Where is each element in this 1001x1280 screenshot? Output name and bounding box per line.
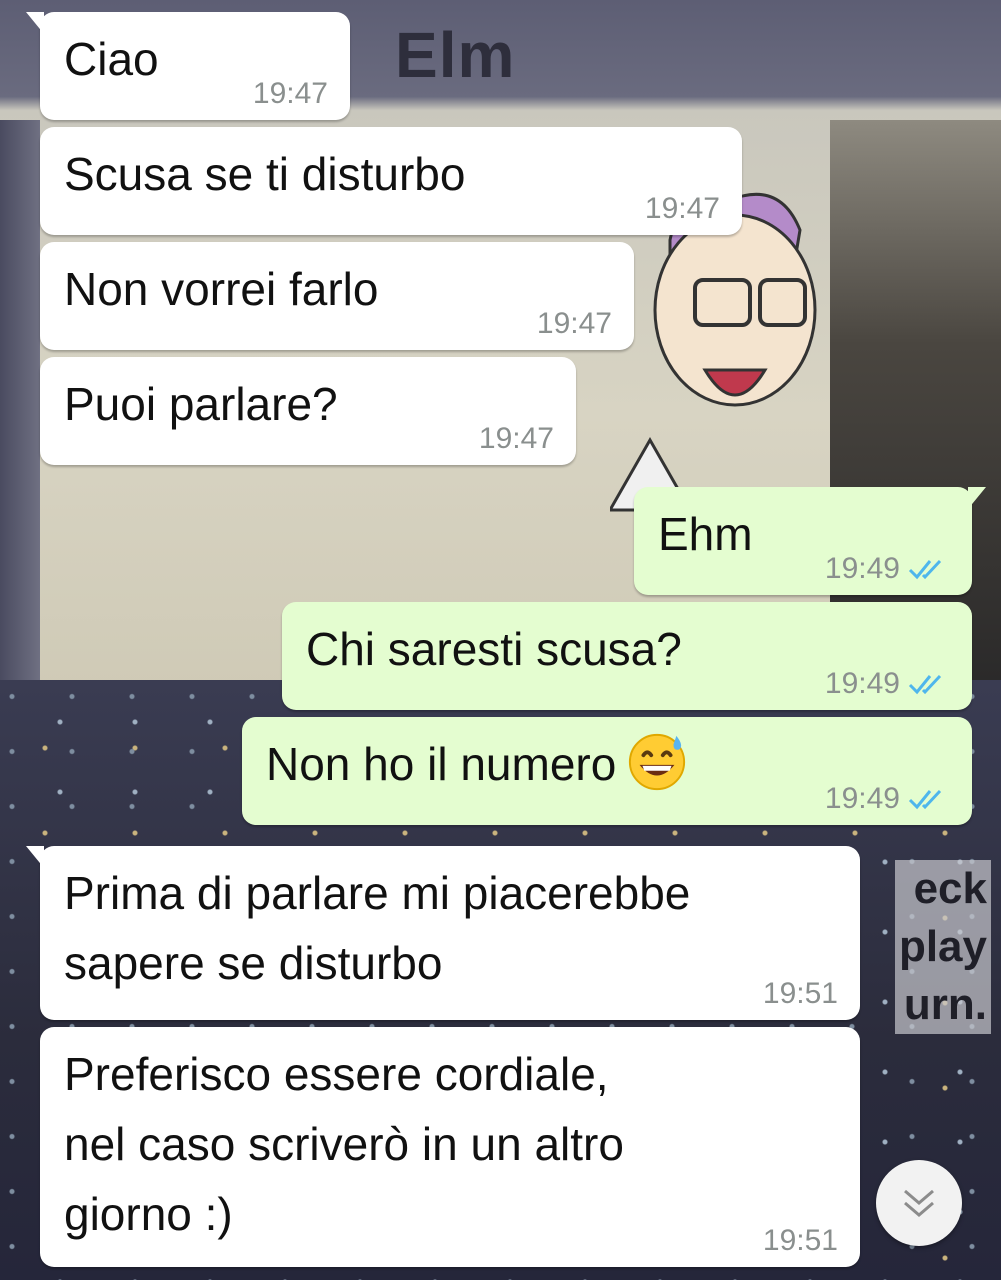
message-text: Preferisco essere cordiale, nel caso scr…: [64, 1048, 624, 1240]
read-receipt-icon: [908, 787, 950, 811]
message-time: 19:51: [762, 1224, 838, 1257]
read-receipt-icon: [908, 557, 950, 581]
message-time: 19:47: [252, 77, 328, 110]
wallpaper-title-text: Elm: [395, 19, 516, 91]
message-incoming[interactable]: Preferisco essere cordiale, nel caso scr…: [40, 1027, 860, 1267]
wallpaper-strip: [0, 120, 40, 680]
message-time: 19:47: [478, 422, 554, 455]
wallpaper-photo: [830, 120, 1001, 680]
message-time: 19:49: [824, 782, 900, 815]
message-outgoing[interactable]: Ehm 19:49: [634, 487, 986, 595]
message-incoming[interactable]: Scusa se ti disturbo 19:47: [40, 127, 742, 235]
message-time: 19:49: [824, 552, 900, 585]
scroll-to-bottom-button[interactable]: [876, 1160, 962, 1246]
message-text: Prima di parlare mi piacerebbe sapere se…: [64, 867, 691, 989]
message-time: 19:47: [536, 307, 612, 340]
grinning-sweat-emoji: [629, 733, 686, 791]
message-text: Non vorrei farlo: [64, 263, 379, 315]
message-outgoing[interactable]: Chi saresti scusa? 19:49: [282, 602, 972, 710]
message-incoming[interactable]: Puoi parlare? 19:47: [40, 357, 576, 465]
message-incoming[interactable]: Non vorrei farlo 19:47: [40, 242, 634, 350]
message-text: Scusa se ti disturbo: [64, 148, 466, 200]
message-time: 19:47: [644, 192, 720, 225]
message-time: 19:51: [762, 977, 838, 1010]
wallpaper-side-text: eck play urn.: [894, 860, 991, 1034]
message-incoming[interactable]: Prima di parlare mi piacerebbe sapere se…: [26, 846, 860, 1020]
message-outgoing[interactable]: Non ho il numero 19:49: [242, 717, 972, 825]
read-receipt-icon: [908, 672, 950, 696]
message-incoming[interactable]: Ciao 19:47: [26, 12, 350, 120]
message-time: 19:49: [824, 667, 900, 700]
double-chevron-down-icon: [904, 1189, 934, 1217]
